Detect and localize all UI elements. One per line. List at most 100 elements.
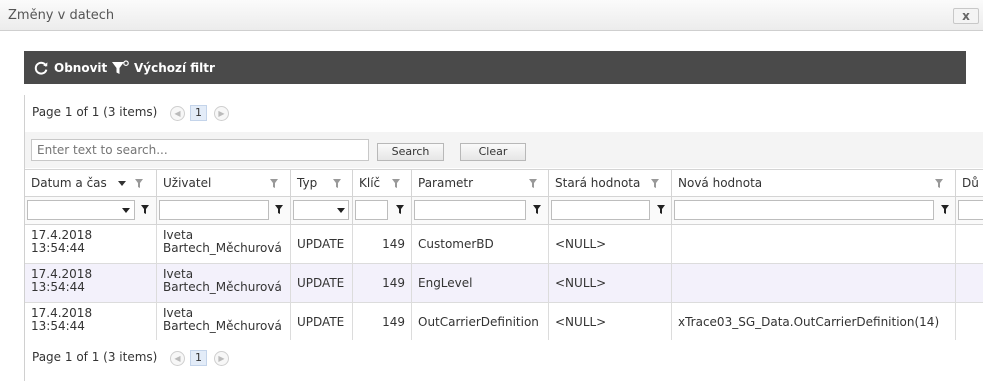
- column-header-extra-label: Dů: [962, 176, 979, 190]
- cell-extra: [956, 264, 983, 302]
- cell-time: 13:54:44: [31, 241, 85, 255]
- pager-bottom: Page 1 of 1 (3 items) ◀ 1 ▶: [25, 340, 983, 376]
- cell-time: 13:54:44: [31, 319, 85, 333]
- grid-header: Datum a čas Uživatel Typ Klíč Parametr S…: [25, 169, 983, 197]
- close-button[interactable]: x: [953, 8, 979, 24]
- column-header-datetime-label: Datum a čas: [31, 176, 107, 190]
- search-button[interactable]: Search: [377, 143, 444, 161]
- column-header-old-value[interactable]: Stará hodnota: [549, 170, 672, 197]
- column-header-key[interactable]: Klíč: [353, 170, 412, 197]
- column-header-datetime[interactable]: Datum a čas: [25, 170, 157, 197]
- table-row[interactable]: 17.4.2018 13:54:44 Iveta Bartech_Měchurová…: [25, 303, 983, 342]
- pager-prev-button[interactable]: ◀: [170, 106, 185, 121]
- default-filter-button[interactable]: Výchozí filtr: [111, 60, 215, 76]
- cell-user: Iveta Bartech_Měchurová: [157, 303, 291, 341]
- column-header-type[interactable]: Typ: [291, 170, 353, 197]
- filter-cell-extra: [956, 197, 983, 224]
- pager-page-button[interactable]: 1: [190, 350, 207, 366]
- type-filter-select[interactable]: [293, 200, 349, 220]
- column-header-new-value-label: Nová hodnota: [678, 176, 763, 190]
- cell-date: 17.4.2018: [31, 228, 93, 242]
- cell-parameter: EngLevel: [412, 264, 549, 302]
- old-value-filter-input[interactable]: [551, 200, 650, 220]
- funnel-icon[interactable]: [135, 179, 143, 188]
- clear-button[interactable]: Clear: [460, 143, 526, 161]
- cell-type: UPDATE: [291, 303, 353, 341]
- chevron-right-icon: ▶: [218, 354, 225, 363]
- column-header-extra[interactable]: Dů: [956, 170, 983, 197]
- funnel-icon[interactable]: [270, 179, 278, 188]
- funnel-icon[interactable]: [396, 205, 404, 214]
- column-header-type-label: Typ: [297, 176, 318, 190]
- cell-type: UPDATE: [291, 264, 353, 302]
- pager-next-button[interactable]: ▶: [214, 351, 229, 366]
- refresh-label: Obnovit: [54, 61, 108, 75]
- column-header-user[interactable]: Uživatel: [157, 170, 291, 197]
- pager-next-button[interactable]: ▶: [214, 106, 229, 121]
- funnel-icon[interactable]: [533, 205, 541, 214]
- cell-type: UPDATE: [291, 225, 353, 263]
- default-filter-label: Výchozí filtr: [134, 61, 215, 75]
- funnel-icon[interactable]: [141, 205, 149, 214]
- datetime-filter-select[interactable]: [27, 200, 135, 220]
- funnel-icon[interactable]: [333, 179, 341, 188]
- funnel-icon[interactable]: [529, 179, 537, 188]
- new-value-filter-input[interactable]: [674, 200, 934, 220]
- refresh-icon: [33, 60, 49, 76]
- refresh-button[interactable]: Obnovit: [33, 60, 107, 76]
- table-row[interactable]: 17.4.2018 13:54:44 Iveta Bartech_Měchurová…: [25, 225, 983, 264]
- table-row[interactable]: 17.4.2018 13:54:44 Iveta Bartech_Měchurová…: [25, 264, 983, 303]
- cell-new-value: xTrace03_SG_Data.OutCarrierDefinition(14…: [672, 303, 956, 341]
- sort-down-icon[interactable]: [118, 181, 126, 186]
- parameter-filter-input[interactable]: [414, 200, 526, 220]
- filter-cell-new-value: [672, 197, 956, 224]
- cell-user-first: Iveta: [163, 228, 194, 242]
- chevron-right-icon: ▶: [218, 109, 225, 118]
- filter-cell-type: [291, 197, 353, 224]
- cell-datetime: 17.4.2018 13:54:44: [25, 264, 157, 302]
- cell-parameter: OutCarrierDefinition: [412, 303, 549, 341]
- key-filter-input[interactable]: [355, 200, 388, 220]
- cell-user-last: Bartech_Měchurová: [163, 241, 282, 255]
- cell-user: Iveta Bartech_Měchurová: [157, 225, 291, 263]
- cell-key: 149: [353, 303, 412, 341]
- cell-user-last: Bartech_Měchurová: [163, 280, 282, 294]
- funnel-icon[interactable]: [651, 179, 659, 188]
- cell-datetime: 17.4.2018 13:54:44: [25, 303, 157, 341]
- cell-extra: [956, 303, 983, 341]
- filter-cell-parameter: [412, 197, 549, 224]
- pager-top: Page 1 of 1 (3 items) ◀ 1 ▶: [25, 95, 983, 130]
- cell-key: 149: [353, 225, 412, 263]
- column-header-old-value-label: Stará hodnota: [555, 176, 641, 190]
- cell-extra: [956, 225, 983, 263]
- funnel-icon[interactable]: [392, 179, 400, 188]
- chevron-down-icon: [122, 208, 130, 213]
- cell-user-last: Bartech_Měchurová: [163, 319, 282, 333]
- user-filter-input[interactable]: [159, 200, 269, 220]
- funnel-icon[interactable]: [657, 205, 665, 214]
- funnel-icon[interactable]: [941, 205, 949, 214]
- cell-key: 149: [353, 264, 412, 302]
- filter-cell-old-value: [549, 197, 672, 224]
- extra-filter-input[interactable]: [958, 200, 983, 220]
- funnel-icon[interactable]: [275, 205, 283, 214]
- window-content: Obnovit Výchozí filtr Page 1 of 1 (3 ite…: [0, 32, 983, 389]
- cell-old-value: <NULL>: [549, 303, 672, 341]
- cell-date: 17.4.2018: [31, 267, 93, 281]
- cell-parameter: CustomerBD: [412, 225, 549, 263]
- search-input[interactable]: [31, 139, 369, 161]
- pager-summary: Page 1 of 1 (3 items): [32, 350, 158, 364]
- pager-summary: Page 1 of 1 (3 items): [32, 105, 158, 119]
- changes-grid: Page 1 of 1 (3 items) ◀ 1 ▶ Search Clear…: [24, 95, 983, 381]
- pager-page-button[interactable]: 1: [190, 105, 207, 121]
- filter-cell-datetime: [25, 197, 157, 224]
- search-panel: Search Clear: [25, 132, 983, 168]
- filter-cell-user: [157, 197, 291, 224]
- cell-date: 17.4.2018: [31, 306, 93, 320]
- column-header-new-value[interactable]: Nová hodnota: [672, 170, 956, 197]
- window-title: Změny v datech: [8, 8, 115, 23]
- cell-old-value: <NULL>: [549, 264, 672, 302]
- pager-prev-button[interactable]: ◀: [170, 351, 185, 366]
- funnel-icon[interactable]: [935, 179, 943, 188]
- column-header-parameter[interactable]: Parametr: [412, 170, 549, 197]
